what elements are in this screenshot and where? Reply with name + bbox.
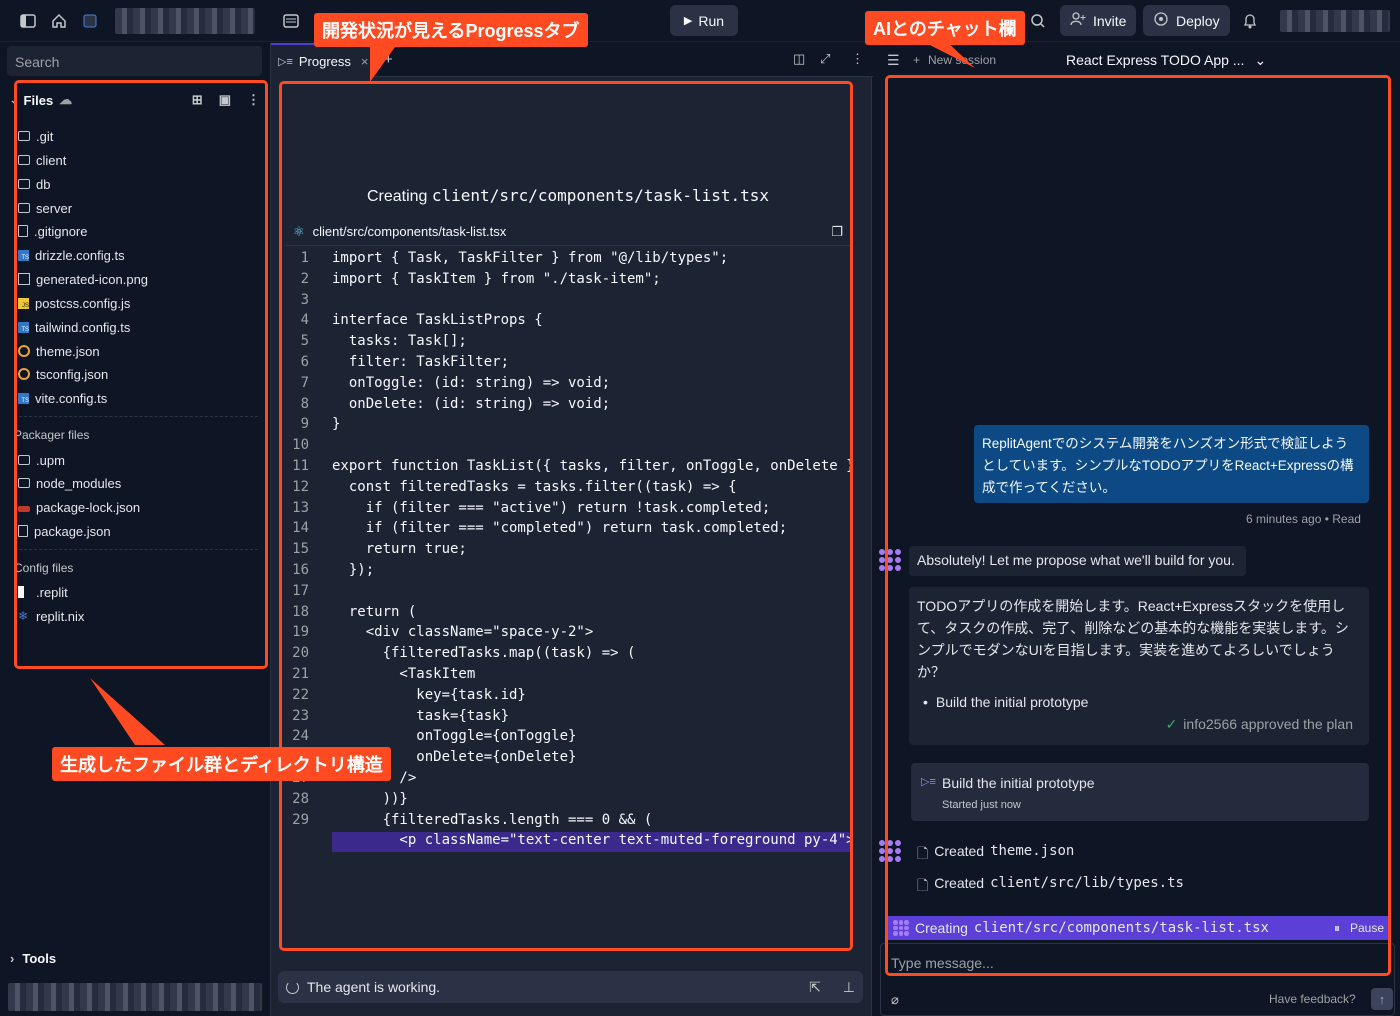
user-info-blurred <box>8 983 262 1011</box>
top-bar: ▶ Run Invite Deploy <box>0 0 1400 42</box>
deploy-button[interactable]: Deploy <box>1143 5 1230 36</box>
more-options-icon[interactable]: ⋮ <box>851 51 864 67</box>
new-session-button[interactable]: + New session <box>913 53 996 67</box>
open-external-icon[interactable]: ⇱ <box>809 979 821 996</box>
chat-callout: AIとのチャット欄 <box>865 11 1025 45</box>
expand-icon[interactable]: ⤢ <box>820 51 830 67</box>
attach-icon[interactable]: ⌀ <box>891 992 899 1008</box>
add-user-icon <box>1070 12 1086 29</box>
layout-icon[interactable] <box>281 11 301 31</box>
tab-bar: ▷≡ Progress × + ◫ ⤢ ⋮ <box>271 43 873 77</box>
chevron-down-icon: ⌄ <box>1254 51 1267 68</box>
invite-button[interactable]: Invite <box>1060 5 1137 36</box>
working-text: The agent is working. <box>307 979 441 995</box>
chat-header: ☰ + New session React Express TODO App .… <box>873 43 1400 77</box>
chevron-right-icon: › <box>10 951 15 966</box>
progress-highlight <box>279 81 853 951</box>
project-icon[interactable] <box>80 11 100 31</box>
run-button[interactable]: ▶ Run <box>670 5 738 36</box>
invite-label: Invite <box>1093 12 1127 29</box>
tab-progress[interactable]: ▷≡ Progress × <box>271 43 375 77</box>
search-icon[interactable] <box>1028 11 1048 31</box>
tab-label: Progress <box>298 53 351 69</box>
chat-highlight <box>885 75 1391 976</box>
file-tree-highlight <box>14 80 268 669</box>
project-name-blurred <box>115 8 255 34</box>
add-tab-icon[interactable]: + <box>384 51 393 68</box>
plus-icon: + <box>913 53 921 67</box>
run-label: Run <box>698 12 725 29</box>
new-session-label: New session <box>928 53 997 67</box>
home-icon[interactable] <box>49 11 69 31</box>
menu-icon[interactable]: ☰ <box>887 52 900 69</box>
progress-icon: ▷≡ <box>278 55 293 68</box>
file-tree-callout: 生成したファイル群とディレクトリ構造 <box>52 747 391 781</box>
sidebar-toggle-icon[interactable] <box>18 11 38 31</box>
account-blurred <box>1280 10 1390 32</box>
close-icon[interactable]: × <box>361 54 369 69</box>
spinner-icon <box>286 980 299 994</box>
feedback-link[interactable]: Have feedback? <box>1269 992 1356 1006</box>
tools-label: Tools <box>22 951 57 966</box>
pin-icon[interactable]: ⊥ <box>843 979 855 996</box>
play-icon: ▶ <box>683 15 693 27</box>
deploy-label: Deploy <box>1176 12 1220 29</box>
tools-section[interactable]: › Tools <box>10 951 56 966</box>
search-input[interactable]: Search <box>7 46 262 76</box>
agent-status-bar: The agent is working. ⇱ ⊥ <box>278 971 863 1003</box>
deploy-icon <box>1153 11 1169 30</box>
send-button[interactable]: ↑ <box>1371 988 1393 1010</box>
bell-icon[interactable] <box>1240 11 1260 31</box>
session-title: React Express TODO App ... <box>1066 51 1245 68</box>
session-title-dropdown[interactable]: React Express TODO App ... ⌄ <box>1066 52 1266 69</box>
progress-tab-callout: 開発状況が見えるProgressタブ <box>314 13 588 47</box>
split-icon[interactable]: ◫ <box>793 51 805 67</box>
